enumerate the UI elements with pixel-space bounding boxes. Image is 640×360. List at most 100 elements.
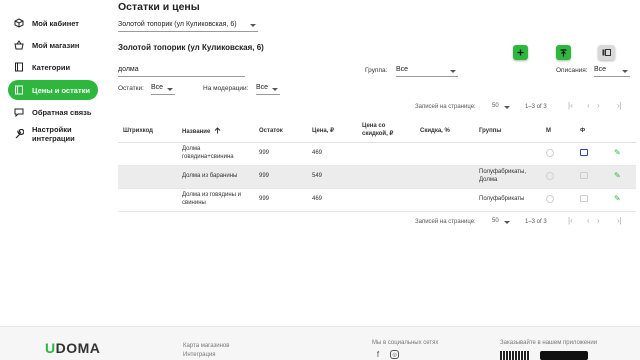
stock-filter-value: Все xyxy=(151,84,164,91)
sidebar-item-label: Цены и остатки xyxy=(32,85,90,95)
group-filter-label: Группа: xyxy=(365,67,388,74)
app-label: Заказывайте в нашем приложении xyxy=(500,340,598,346)
logo[interactable]: UDOMA xyxy=(45,340,100,356)
sidebar-item-label: Обратная связь xyxy=(32,107,92,117)
next-page-icon[interactable]: › xyxy=(597,216,600,225)
stock-filter-label: Остатки: xyxy=(118,85,144,92)
per-page-label: Записей на странице: xyxy=(415,104,476,110)
column-discount[interactable]: Скидка, % xyxy=(420,127,450,135)
sidebar-item-integration[interactable]: Настройки интеграции xyxy=(8,124,98,144)
footer-link-store-map[interactable]: Карта магазинов xyxy=(183,343,229,349)
upload-icon xyxy=(560,48,567,56)
column-price[interactable]: Цена, ₽ xyxy=(312,127,334,135)
column-discount-price[interactable]: Цена со скидкой, ₽ xyxy=(362,122,402,138)
last-page-icon[interactable]: ›| xyxy=(617,216,622,225)
sort-arrow-up-icon xyxy=(214,127,221,134)
column-name-label: Название xyxy=(182,129,211,135)
column-groups[interactable]: Группы xyxy=(479,127,501,135)
page-title: Остатки и цены xyxy=(118,1,200,13)
column-stock[interactable]: Остаток xyxy=(259,127,283,135)
descriptions-filter-label: Описания: xyxy=(556,67,588,74)
first-page-icon[interactable]: |‹ xyxy=(568,101,573,110)
moderation-filter-select[interactable]: Все xyxy=(256,84,280,95)
moderation-filter-label: На модерации: xyxy=(203,85,249,92)
search-input-value: долма xyxy=(118,66,139,73)
next-page-icon[interactable]: › xyxy=(597,101,600,110)
store-name: Золотой топорик (ул Куликовская, 6) xyxy=(118,43,264,52)
cell-name: Долма говядина+свинина xyxy=(182,146,234,160)
image-icon[interactable] xyxy=(580,149,588,156)
pagination-range: 1–3 of 3 xyxy=(525,104,547,110)
facebook-icon[interactable]: f xyxy=(373,350,383,360)
chevron-down-icon xyxy=(272,88,278,91)
per-page-select[interactable]: 50 xyxy=(492,103,512,112)
cell-price: 469 xyxy=(312,196,323,202)
moderation-check-icon xyxy=(546,149,554,157)
cube-icon xyxy=(14,18,24,28)
group-filter-value: Все xyxy=(396,66,409,73)
descriptions-filter-value: Все xyxy=(594,66,607,73)
column-name[interactable]: Название xyxy=(182,127,221,136)
book-icon xyxy=(15,85,23,95)
social-label: Мы в социальных сетях xyxy=(372,340,439,346)
sidebar-item-categories[interactable]: Категории xyxy=(8,60,98,74)
instagram-icon[interactable]: ◎ xyxy=(390,350,399,359)
chevron-down-icon xyxy=(450,70,456,73)
pencil-icon[interactable]: ✎ xyxy=(614,149,622,157)
column-photo[interactable]: Ф xyxy=(580,127,585,135)
column-moderation[interactable]: М xyxy=(546,127,551,135)
stock-filter-select[interactable]: Все xyxy=(151,84,175,95)
per-page-label: Записей на странице: xyxy=(415,219,476,225)
store-select[interactable]: Золотой топорик (ул Куликовская, 6) xyxy=(118,18,258,32)
sidebar-item-label: Мой кабинет xyxy=(32,18,79,28)
column-barcode[interactable]: Штрихкод xyxy=(123,127,153,135)
moderation-filter-value: Все xyxy=(256,84,269,91)
footer-link-integration[interactable]: Интеграция xyxy=(183,352,216,358)
main-content: Остатки и цены Золотой топорик (ул Кулик… xyxy=(110,0,640,326)
cell-groups: Полуфабрикаты, Долма xyxy=(479,169,527,183)
logo-mark: U xyxy=(45,340,56,356)
app-store-badge[interactable] xyxy=(540,351,588,360)
add-button[interactable] xyxy=(513,45,528,60)
sidebar-item-label: Настройки интеграции xyxy=(32,125,75,143)
first-page-icon[interactable]: |‹ xyxy=(568,216,573,225)
per-page-value: 50 xyxy=(492,218,499,224)
per-page-select[interactable]: 50 xyxy=(492,218,512,227)
cell-name: Долма из баранины xyxy=(182,173,238,179)
prev-page-icon[interactable]: ‹ xyxy=(587,216,590,225)
table-row[interactable]: Долма из говядины и свинины 999 469 Полу… xyxy=(118,189,636,212)
sidebar-item-store[interactable]: Мой магазин xyxy=(8,38,98,52)
sidebar-item-prices-stock[interactable]: Цены и остатки xyxy=(8,80,98,100)
last-page-icon[interactable]: ›| xyxy=(617,101,622,110)
chevron-down-icon xyxy=(504,106,510,109)
sidebar-item-label: Мой магазин xyxy=(32,40,80,50)
chevron-down-icon xyxy=(622,70,628,73)
chevron-down-icon xyxy=(504,221,510,224)
table-row[interactable]: Долма из баранины 999 549 Полуфабрикаты,… xyxy=(118,166,636,189)
descriptions-filter-select[interactable]: Все xyxy=(594,66,630,77)
image-icon[interactable] xyxy=(580,195,588,202)
search-input[interactable]: долма xyxy=(118,64,245,77)
logo-text: DOMA xyxy=(55,340,101,356)
cell-stock: 999 xyxy=(259,150,270,156)
chat-icon xyxy=(14,108,24,117)
list-view-icon xyxy=(602,49,611,56)
book-icon xyxy=(15,62,23,72)
view-toggle-button[interactable] xyxy=(598,45,615,60)
plus-icon xyxy=(517,49,524,56)
table-row[interactable]: Долма говядина+свинина 999 469 ✎ xyxy=(118,143,636,166)
pencil-icon[interactable]: ✎ xyxy=(614,172,622,180)
group-filter-select[interactable]: Все xyxy=(396,66,458,77)
image-icon[interactable] xyxy=(580,172,588,179)
cell-price: 549 xyxy=(312,173,323,179)
wrench-icon xyxy=(15,129,24,139)
basket-icon xyxy=(14,40,24,50)
sidebar-item-feedback[interactable]: Обратная связь xyxy=(8,105,98,119)
sidebar-item-cabinet[interactable]: Мой кабинет xyxy=(8,16,98,30)
sidebar: Мой кабинет Мой магазин Категории Цены и… xyxy=(0,0,104,326)
prev-page-icon[interactable]: ‹ xyxy=(587,101,590,110)
store-select-value: Золотой топорик (ул Куликовская, 6) xyxy=(118,21,237,28)
moderation-check-icon xyxy=(546,172,554,180)
upload-button[interactable] xyxy=(556,45,571,60)
pencil-icon[interactable]: ✎ xyxy=(614,195,622,203)
